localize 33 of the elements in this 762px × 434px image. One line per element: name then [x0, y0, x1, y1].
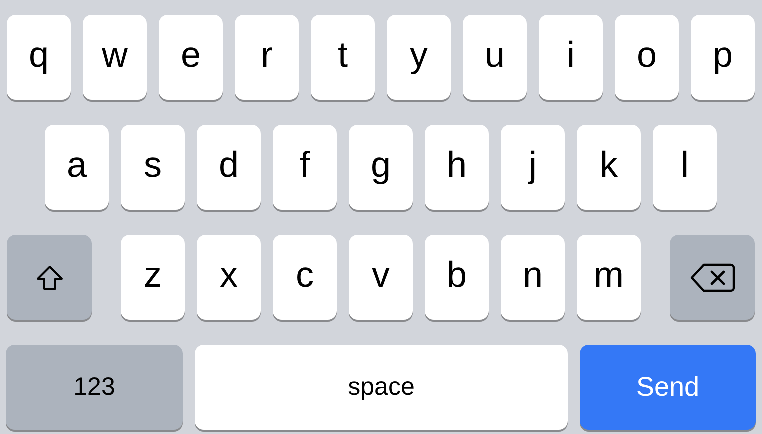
key[interactable]: q: [7, 15, 71, 100]
key[interactable]: y: [387, 15, 451, 100]
key[interactable]: j: [501, 125, 565, 210]
key[interactable]: c: [273, 235, 337, 320]
key[interactable]: n: [501, 235, 565, 320]
key[interactable]: h: [425, 125, 489, 210]
key[interactable]: b: [425, 235, 489, 320]
key[interactable]: r: [235, 15, 299, 100]
key[interactable]: t: [311, 15, 375, 100]
key[interactable]: d: [197, 125, 261, 210]
key[interactable]: i: [539, 15, 603, 100]
key[interactable]: w: [83, 15, 147, 100]
key[interactable]: z: [121, 235, 185, 320]
shift-icon: [36, 264, 64, 292]
key[interactable]: e: [159, 15, 223, 100]
send-button[interactable]: Send: [580, 345, 756, 430]
key[interactable]: v: [349, 235, 413, 320]
key[interactable]: s: [121, 125, 185, 210]
key[interactable]: g: [349, 125, 413, 210]
shift-key[interactable]: [7, 235, 92, 320]
key[interactable]: o: [615, 15, 679, 100]
backspace-key[interactable]: [670, 235, 755, 320]
key[interactable]: x: [197, 235, 261, 320]
key[interactable]: k: [577, 125, 641, 210]
key[interactable]: p: [691, 15, 755, 100]
key[interactable]: u: [463, 15, 527, 100]
key[interactable]: l: [653, 125, 717, 210]
backspace-icon: [690, 262, 736, 292]
space-key[interactable]: space: [195, 345, 568, 430]
key[interactable]: m: [577, 235, 641, 320]
key[interactable]: a: [45, 125, 109, 210]
numbers-key[interactable]: 123: [6, 345, 183, 430]
key[interactable]: f: [273, 125, 337, 210]
